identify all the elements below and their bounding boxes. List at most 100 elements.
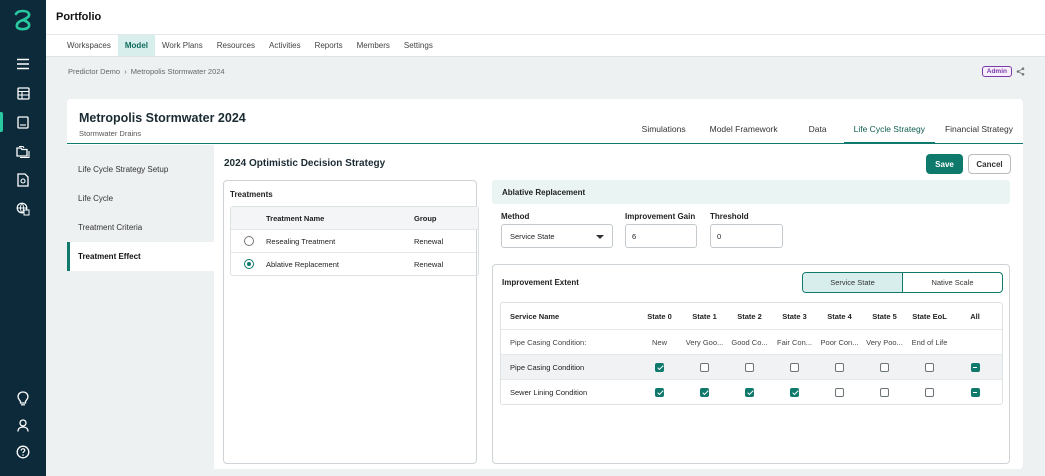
state-checkbox[interactable] xyxy=(790,362,799,372)
book-icon[interactable] xyxy=(0,110,46,134)
state-description: Poor Con... xyxy=(820,337,859,347)
state-description-row: Pipe Casing Condition: New Very Goo... G… xyxy=(501,329,1002,354)
main-nav: Workspaces Model Work Plans Resources Ac… xyxy=(46,35,1045,57)
improvement-gain-label: Improvement Gain xyxy=(625,212,696,221)
column-header-state-5: State 5 xyxy=(872,311,897,321)
breadcrumb-parent[interactable]: Predictor Demo xyxy=(68,67,120,76)
nav-model[interactable]: Model xyxy=(117,35,155,56)
top-bar: Portfolio xyxy=(46,0,1045,35)
tab-life-cycle-strategy[interactable]: Life Cycle Strategy xyxy=(843,115,936,144)
help-icon[interactable] xyxy=(0,440,46,464)
treatment-radio[interactable] xyxy=(243,236,254,246)
tab-model-framework[interactable]: Model Framework xyxy=(696,115,792,143)
nav-members[interactable]: Members xyxy=(350,35,397,56)
user-icon[interactable] xyxy=(0,413,46,437)
nav-resources[interactable]: Resources xyxy=(210,35,262,56)
improvement-gain-input[interactable]: 6 xyxy=(625,224,697,248)
toggle-native-scale[interactable]: Native Scale xyxy=(903,273,1002,292)
treatment-radio-selected[interactable] xyxy=(243,259,254,269)
threshold-input[interactable]: 0 xyxy=(710,224,783,248)
table-row[interactable]: Resealing Treatment Renewal xyxy=(231,229,478,252)
strategy-content: 2024 Optimistic Decision Strategy Save C… xyxy=(214,145,1023,469)
column-header-group[interactable]: Group xyxy=(414,214,478,223)
project-card: Metropolis Stormwater 2024 Stormwater Dr… xyxy=(67,99,1023,469)
table-row: Sewer Lining Condition xyxy=(501,379,1002,404)
chevron-down-icon xyxy=(596,235,604,239)
share-icon[interactable] xyxy=(1016,66,1025,76)
state-description: Very Goo... xyxy=(685,337,724,347)
treatments-title: Treatments xyxy=(230,190,273,199)
menu-icon[interactable] xyxy=(0,52,46,76)
extent-table: Service Name State 0 State 1 State 2 Sta… xyxy=(500,302,1003,405)
sidebar-item-treatment-criteria[interactable]: Treatment Criteria xyxy=(67,213,214,242)
folders-icon[interactable] xyxy=(0,139,46,163)
method-value: Service State xyxy=(510,231,555,241)
improvement-extent-title: Improvement Extent xyxy=(502,278,579,287)
state-checkbox[interactable] xyxy=(925,387,934,397)
toggle-service-state[interactable]: Service State xyxy=(803,273,903,292)
cancel-button[interactable]: Cancel xyxy=(968,154,1011,174)
nav-activities[interactable]: Activities xyxy=(262,35,308,56)
treatment-group: Renewal xyxy=(414,236,444,246)
app-title: Portfolio xyxy=(56,11,102,23)
state-checkbox[interactable] xyxy=(700,387,709,397)
strategy-sidebar: Life Cycle Strategy Setup Life Cycle Tre… xyxy=(67,145,214,469)
sidebar-item-treatment-effect[interactable]: Treatment Effect xyxy=(67,242,214,271)
state-checkbox[interactable] xyxy=(745,387,754,397)
method-label: Method xyxy=(501,212,530,221)
effect-title: Ablative Replacement xyxy=(492,180,1010,204)
tab-financial-strategy[interactable]: Financial Strategy xyxy=(935,115,1023,143)
service-name: Sewer Lining Condition xyxy=(510,387,588,397)
column-header-treatment-name[interactable]: Treatment Name xyxy=(266,214,414,223)
table-icon[interactable] xyxy=(0,81,46,105)
state-checkbox[interactable] xyxy=(835,387,844,397)
globe-icon[interactable] xyxy=(0,197,46,221)
project-subtitle: Stormwater Drains xyxy=(79,129,142,138)
sidebar-item-life-cycle[interactable]: Life Cycle xyxy=(67,184,214,213)
lightbulb-icon[interactable] xyxy=(0,386,46,410)
tab-simulations[interactable]: Simulations xyxy=(632,115,696,143)
improvement-extent-panel: Improvement Extent Service State Native … xyxy=(492,264,1010,464)
save-button[interactable]: Save xyxy=(926,154,963,174)
column-header-state-0: State 0 xyxy=(647,311,672,321)
treatment-group: Renewal xyxy=(414,259,444,269)
project-tabs: Simulations Model Framework Data Life Cy… xyxy=(632,115,1023,144)
column-header-state-1: State 1 xyxy=(692,311,717,321)
all-states-checkbox[interactable] xyxy=(970,387,980,397)
extent-scale-toggle: Service State Native Scale xyxy=(802,272,1003,293)
treatments-panel: Treatments Treatment Name Group Resealin… xyxy=(223,180,479,464)
app-logo-icon[interactable] xyxy=(11,8,35,32)
nav-workspaces[interactable]: Workspaces xyxy=(60,35,118,56)
state-checkbox[interactable] xyxy=(880,362,889,372)
column-header-service-name: Service Name xyxy=(510,311,560,321)
state-description: Very Poo... xyxy=(866,337,903,347)
nav-reports[interactable]: Reports xyxy=(308,35,350,56)
nav-work-plans[interactable]: Work Plans xyxy=(155,35,210,56)
all-states-checkbox[interactable] xyxy=(970,362,980,372)
breadcrumb: Predictor Demo › Metropolis Stormwater 2… xyxy=(68,67,225,76)
state-checkbox[interactable] xyxy=(925,362,934,372)
method-select[interactable]: Service State xyxy=(501,224,613,248)
state-checkbox[interactable] xyxy=(790,387,799,397)
state-checkbox[interactable] xyxy=(745,362,754,372)
table-row[interactable]: Ablative Replacement Renewal xyxy=(231,252,478,275)
treatments-table: Treatment Name Group Resealing Treatment… xyxy=(230,206,479,276)
column-header-all: All xyxy=(970,311,980,321)
state-checkbox[interactable] xyxy=(835,362,844,372)
state-description: End of Life xyxy=(911,337,948,347)
state-checkbox[interactable] xyxy=(655,387,664,397)
table-header: Treatment Name Group xyxy=(231,207,478,229)
report-icon[interactable] xyxy=(0,168,46,192)
sidebar-item-life-cycle-strategy-setup[interactable]: Life Cycle Strategy Setup xyxy=(67,155,214,184)
state-checkbox[interactable] xyxy=(655,362,664,372)
column-header-state-3: State 3 xyxy=(782,311,807,321)
table-header: Service Name State 0 State 1 State 2 Sta… xyxy=(501,303,1002,329)
project-title: Metropolis Stormwater 2024 xyxy=(79,111,246,125)
nav-settings[interactable]: Settings xyxy=(397,35,440,56)
table-row: Pipe Casing Condition xyxy=(501,354,1002,379)
state-description-label: Pipe Casing Condition: xyxy=(510,337,587,347)
state-checkbox[interactable] xyxy=(700,362,709,372)
tab-data[interactable]: Data xyxy=(792,115,844,143)
state-checkbox[interactable] xyxy=(880,387,889,397)
breadcrumb-current: Metropolis Stormwater 2024 xyxy=(130,66,225,76)
